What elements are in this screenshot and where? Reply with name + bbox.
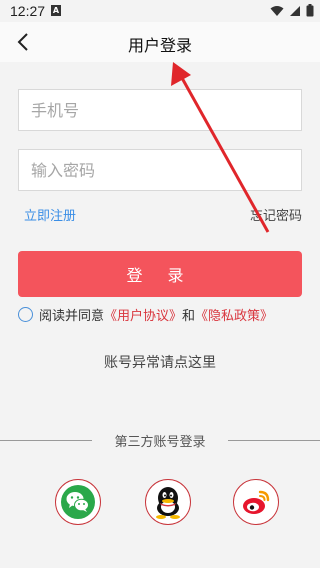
signal-icon [290, 5, 300, 16]
account-abnormal-link[interactable]: 账号异常请点这里 [0, 352, 320, 372]
agreement-radio[interactable] [18, 307, 33, 322]
qq-icon [156, 487, 180, 519]
agreement-and: 和 [182, 309, 196, 324]
qq-login-button[interactable] [145, 479, 191, 525]
password-input[interactable] [29, 159, 301, 181]
agreement-prefix: 阅读并同意 [39, 309, 105, 324]
weibo-login-button[interactable] [233, 479, 279, 525]
notification-icon: A [51, 5, 61, 16]
password-field-container [18, 149, 302, 191]
weibo-icon [243, 490, 270, 514]
agreement-row: 阅读并同意 《用户协议》 和 《隐私政策》 [18, 305, 273, 324]
status-bar: 12:27 A [0, 0, 320, 22]
phone-field-container [18, 89, 302, 131]
third-party-divider: 第三方账号登录 [0, 430, 320, 450]
privacy-policy-link[interactable]: 《隐私政策》 [195, 305, 273, 324]
user-agreement-link[interactable]: 《用户协议》 [104, 305, 182, 324]
phone-input[interactable] [29, 99, 301, 121]
battery-icon [306, 4, 314, 17]
forgot-password-link[interactable]: 忘记密码 [250, 205, 302, 224]
divider-line-right [228, 440, 320, 441]
annotation-arrow-head [171, 62, 191, 86]
wifi-icon [270, 5, 284, 16]
wechat-login-button[interactable] [55, 479, 101, 525]
wechat-icon [61, 485, 95, 519]
login-button[interactable]: 登 录 [18, 251, 302, 297]
app-header: 用户登录 [0, 22, 320, 62]
page-title: 用户登录 [127, 36, 192, 55]
register-link[interactable]: 立即注册 [24, 205, 76, 224]
status-time: 12:27 [10, 3, 46, 19]
